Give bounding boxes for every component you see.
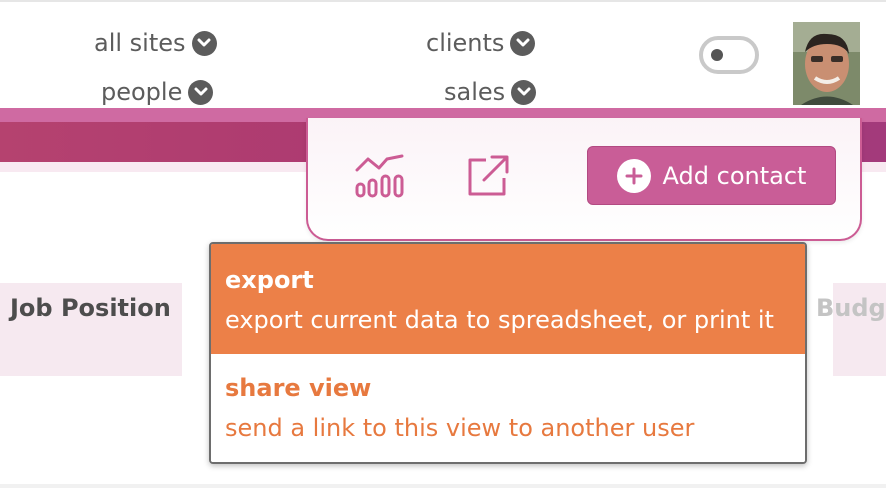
view-toggle[interactable]	[699, 36, 759, 74]
external-link-icon[interactable]	[466, 154, 510, 202]
people-label: people	[101, 78, 183, 106]
bar-chart-icon[interactable]	[355, 154, 405, 202]
export-menu-item[interactable]: export export current data to spreadshee…	[211, 244, 805, 354]
sales-label: sales	[444, 78, 506, 106]
chevron-down-icon	[188, 79, 214, 105]
plus-circle-icon	[616, 158, 651, 193]
share-view-description: send a link to this view to another user	[225, 414, 695, 442]
chevron-down-icon	[511, 79, 537, 105]
job-position-header[interactable]: Job Position	[10, 294, 171, 322]
chevron-down-icon	[510, 30, 536, 56]
bottom-divider	[0, 484, 886, 488]
budget-header[interactable]: Budge	[816, 294, 886, 322]
clients-label: clients	[426, 29, 505, 57]
chevron-down-icon	[191, 30, 217, 56]
export-menu: export export current data to spreadshee…	[209, 242, 807, 464]
share-view-menu-item[interactable]: share view send a link to this view to a…	[211, 354, 805, 462]
all-sites-dropdown[interactable]: all sites	[94, 29, 217, 57]
add-contact-label: Add contact	[662, 161, 807, 190]
top-divider	[0, 0, 886, 2]
user-avatar[interactable]	[793, 22, 860, 105]
sales-dropdown[interactable]: sales	[444, 78, 537, 106]
toggle-knob	[711, 49, 723, 61]
clients-dropdown[interactable]: clients	[426, 29, 536, 57]
share-view-title: share view	[225, 374, 372, 402]
all-sites-label: all sites	[94, 29, 186, 57]
export-title: export	[225, 266, 314, 294]
people-dropdown[interactable]: people	[101, 78, 214, 106]
export-description: export current data to spreadsheet, or p…	[225, 306, 774, 334]
add-contact-button[interactable]: Add contact	[587, 146, 836, 205]
